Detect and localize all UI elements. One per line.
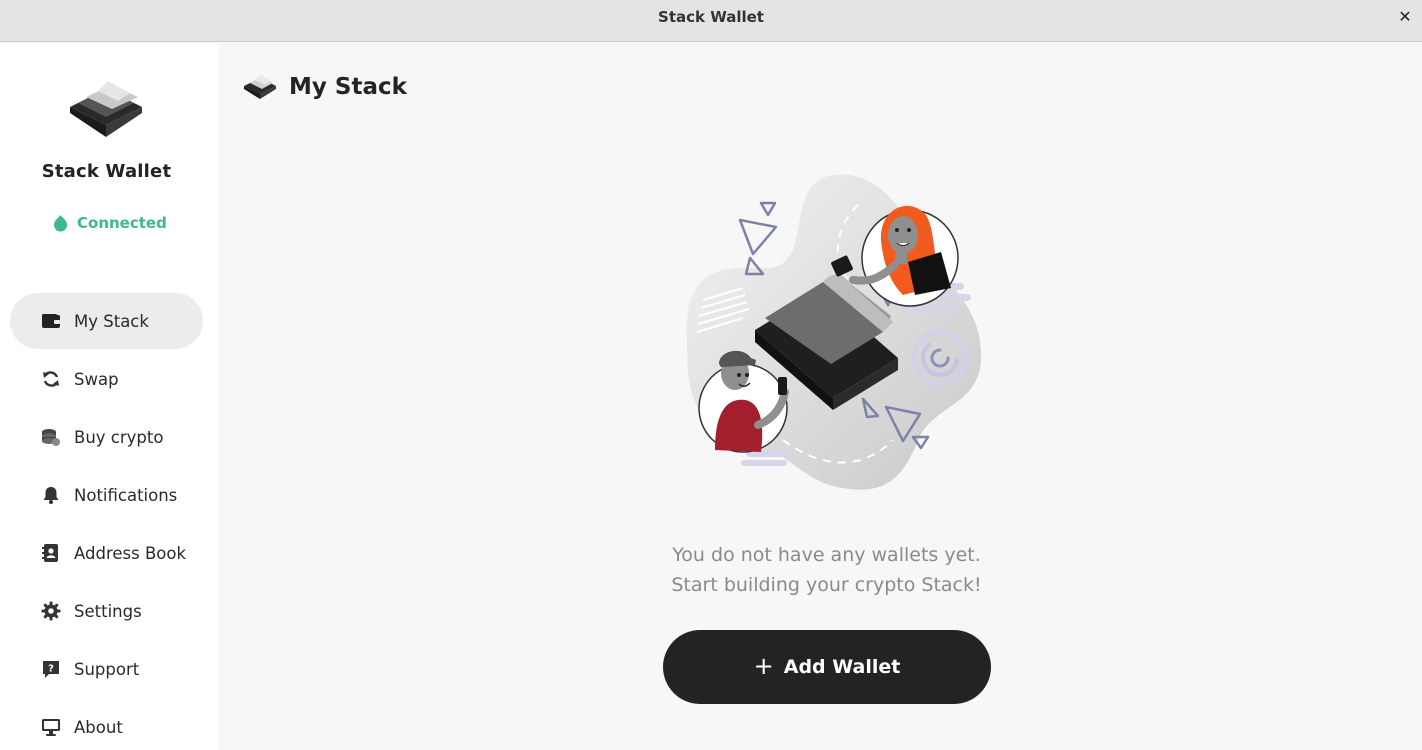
page-header: My Stack: [243, 71, 407, 103]
sidebar-item-label: My Stack: [74, 311, 149, 331]
sidebar-item-label: About: [74, 717, 123, 737]
sidebar-item-settings[interactable]: Settings: [10, 583, 203, 639]
coins-icon: [40, 426, 62, 448]
sidebar-item-buy-crypto[interactable]: Buy crypto: [10, 409, 203, 465]
bell-icon: [40, 484, 62, 506]
window-title: Stack Wallet: [658, 8, 764, 26]
sidebar-item-label: Support: [74, 659, 140, 679]
sidebar-item-my-stack[interactable]: My Stack: [10, 293, 203, 349]
stack-logo-icon: [244, 75, 276, 99]
empty-state-line-2: Start building your crypto Stack!: [671, 574, 982, 596]
close-window-button[interactable]: ✕: [1394, 6, 1416, 28]
plus-icon: +: [753, 651, 774, 680]
connection-status: Connected: [52, 213, 167, 233]
sidebar-item-label: Settings: [74, 601, 142, 621]
add-wallet-button[interactable]: + Add Wallet: [663, 630, 991, 704]
sidebar-item-notifications[interactable]: Notifications: [10, 467, 203, 523]
add-wallet-label: Add Wallet: [783, 656, 901, 678]
sidebar-item-address-book[interactable]: Address Book: [10, 525, 203, 581]
sidebar-item-label: Address Book: [74, 543, 187, 563]
swap-icon: [40, 368, 62, 390]
sidebar-item-support[interactable]: ? Support: [10, 641, 203, 697]
connected-status-icon: [54, 214, 67, 231]
stack-wallet-logo-icon: [70, 81, 142, 137]
gear-icon: [40, 600, 62, 622]
address-book-icon: [40, 542, 62, 564]
sidebar-item-label: Notifications: [74, 485, 178, 505]
empty-state-message: You do not have any wallets yet. Start b…: [560, 540, 1093, 600]
empty-state-line-1: You do not have any wallets yet.: [672, 544, 981, 566]
wallet-icon: [40, 310, 62, 332]
connection-status-label: Connected: [77, 214, 167, 232]
sidebar: Stack Wallet Connected My Stack Swap Buy…: [0, 43, 219, 750]
monitor-icon: [40, 716, 62, 738]
svg-text:?: ?: [48, 664, 54, 675]
window-titlebar: Stack Wallet ✕: [0, 0, 1422, 42]
sidebar-item-label: Swap: [74, 369, 119, 389]
sidebar-item-about[interactable]: About: [10, 699, 203, 750]
brand-name: Stack Wallet: [41, 161, 172, 182]
sidebar-item-swap[interactable]: Swap: [10, 351, 203, 407]
sidebar-item-label: Buy crypto: [74, 427, 164, 447]
empty-wallet-illustration: [686, 174, 982, 490]
support-icon: ?: [40, 658, 62, 680]
page-title: My Stack: [289, 74, 407, 100]
